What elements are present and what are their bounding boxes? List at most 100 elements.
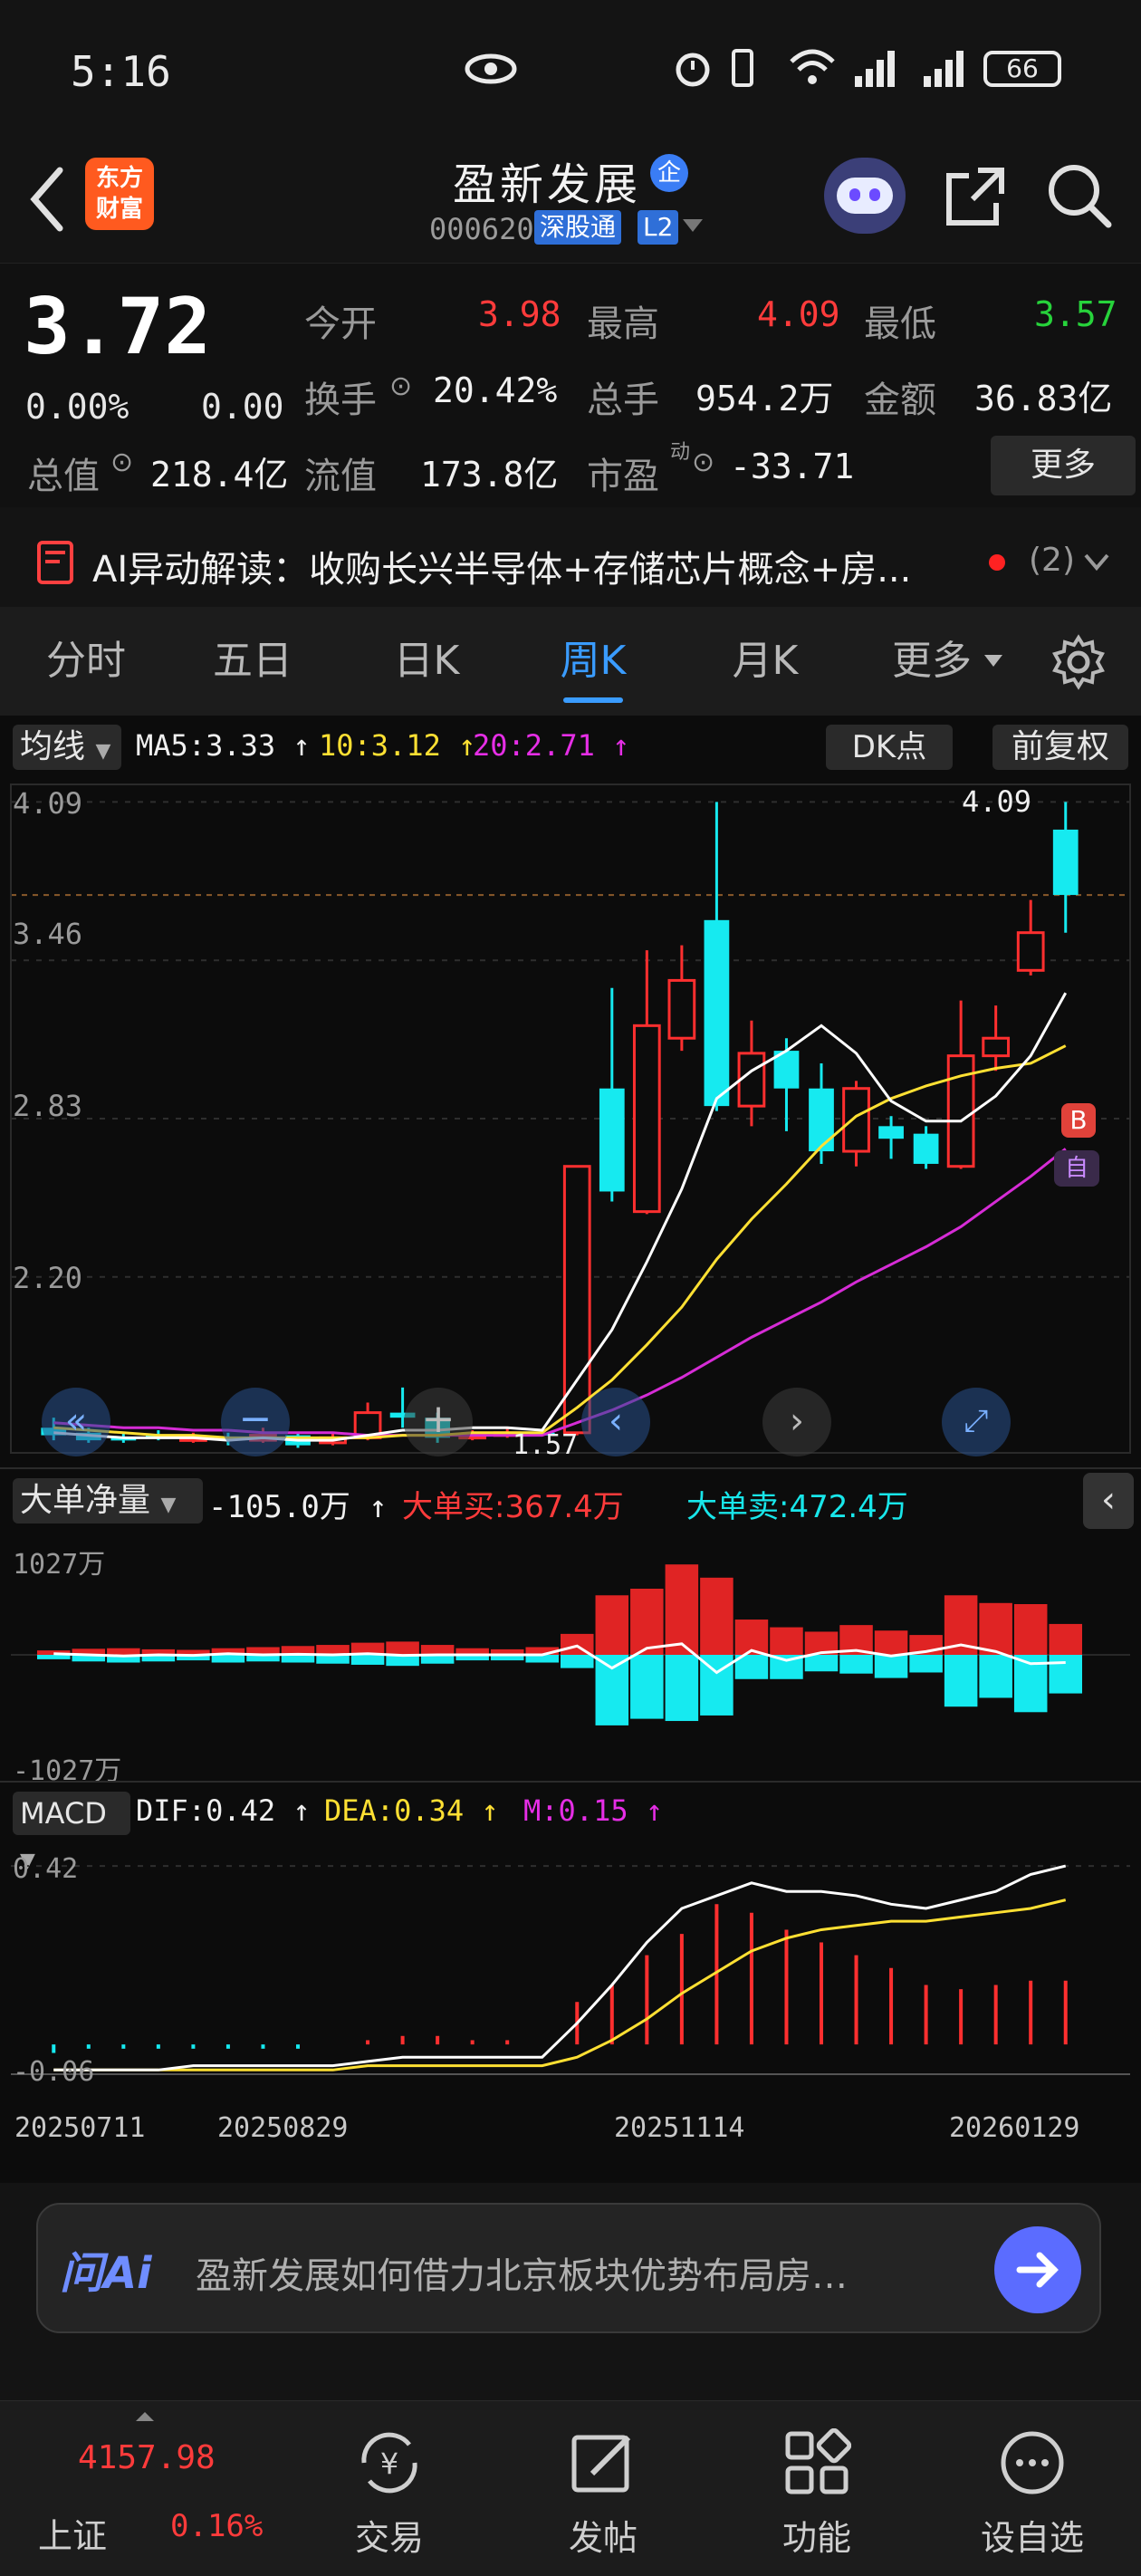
big-order-buy-bar bbox=[979, 1602, 1012, 1655]
battery-icon: 66 bbox=[983, 51, 1061, 87]
y-label-3: 2.83 bbox=[13, 1089, 83, 1123]
big-order-sell-bar bbox=[944, 1655, 978, 1707]
macd-m: M:0.15 ↑ bbox=[523, 1793, 664, 1828]
big-order-buy-bar bbox=[561, 1633, 594, 1655]
more-button[interactable]: 更多 bbox=[991, 436, 1136, 495]
info-icon-2[interactable]: ⊙ bbox=[110, 447, 133, 478]
tab-five-day[interactable]: 五日 bbox=[185, 607, 321, 716]
kline-chart[interactable] bbox=[0, 775, 1141, 1462]
big-order-buy-bar bbox=[770, 1627, 803, 1655]
app-logo[interactable]: 东方 财富 bbox=[85, 158, 154, 230]
big-order-sell-bar bbox=[211, 1655, 245, 1663]
vibrate-icon bbox=[732, 49, 753, 87]
signal-icon bbox=[855, 51, 895, 87]
share-icon[interactable] bbox=[942, 163, 1009, 230]
dif-line bbox=[53, 1864, 1067, 2071]
search-icon[interactable] bbox=[1045, 161, 1114, 232]
total-cap-label: 总值 bbox=[27, 456, 100, 497]
info-icon-3[interactable]: ⊙ bbox=[692, 447, 714, 478]
fullscreen-button[interactable]: ⤢ bbox=[942, 1388, 1011, 1456]
edit-icon bbox=[571, 2435, 631, 2493]
ma-selector[interactable]: 均线 ▼ bbox=[13, 725, 121, 770]
ma5-value: MA5:3.33 ↑ bbox=[136, 728, 311, 763]
ask-ai-send-button[interactable] bbox=[994, 2226, 1081, 2313]
chevron-down-icon[interactable] bbox=[1083, 553, 1110, 572]
tab-more-dropdown-icon[interactable] bbox=[983, 654, 1003, 668]
divider bbox=[0, 1467, 1141, 1469]
macd-selector[interactable]: MACD ▼ bbox=[13, 1792, 130, 1872]
ask-ai-logo: 问Ai bbox=[60, 2248, 152, 2299]
big-order-sell-bar bbox=[839, 1655, 873, 1674]
pe-label: 市盈 bbox=[587, 456, 659, 497]
ai-count: (2) bbox=[1029, 542, 1075, 579]
indicator-selector[interactable]: 大单净量 ▼ bbox=[13, 1478, 203, 1523]
big-order-sell-bar bbox=[665, 1655, 699, 1722]
dea-line bbox=[53, 1898, 1067, 2071]
back-arrow-icon[interactable] bbox=[25, 163, 69, 235]
scroll-left-button[interactable]: ‹ bbox=[581, 1388, 650, 1456]
ask-ai-bar[interactable]: 问Ai 盈新发展如何借力北京板块优势布局房… bbox=[36, 2203, 1101, 2333]
zoom-in-button[interactable]: + bbox=[404, 1388, 473, 1456]
grid-icon bbox=[785, 2428, 851, 2494]
macd-selector-label: MACD bbox=[20, 1796, 107, 1831]
red-dot bbox=[989, 554, 1005, 571]
signal-icon-2 bbox=[924, 51, 964, 87]
dropdown-icon[interactable] bbox=[681, 217, 705, 235]
x-label-3: 20251114 bbox=[614, 2112, 745, 2144]
candle-body bbox=[1052, 829, 1079, 896]
eye-icon bbox=[465, 53, 517, 84]
ma-selector-label: 均线 bbox=[20, 728, 86, 765]
collapse-panel-button[interactable]: ‹ bbox=[1083, 1473, 1134, 1529]
change-pct: 0.00% bbox=[25, 387, 129, 427]
tab-monthly-k[interactable]: 月K bbox=[697, 607, 833, 716]
robot-assistant-icon[interactable] bbox=[824, 158, 906, 234]
big-order-net: -105.0万 ↑ bbox=[208, 1489, 388, 1525]
scroll-right-button[interactable]: › bbox=[762, 1388, 831, 1456]
self-marker[interactable]: 自 bbox=[1054, 1150, 1099, 1187]
big-order-buy-bar bbox=[420, 1645, 455, 1655]
volume-label: 总手 bbox=[587, 380, 659, 421]
turnover-value: 20.42% bbox=[433, 370, 558, 410]
info-icon[interactable]: ⊙ bbox=[389, 370, 412, 402]
index-value: 4157.98 bbox=[78, 2439, 216, 2476]
buy-marker[interactable]: B bbox=[1061, 1103, 1096, 1138]
zoom-out-button[interactable]: − bbox=[221, 1388, 290, 1456]
big-order-sell-bar bbox=[37, 1655, 71, 1659]
ai-insight-bar[interactable]: AI异动解读：收购长兴半导体+存储芯片概念+房... (2) bbox=[0, 516, 1141, 607]
scroll-start-button[interactable]: « bbox=[42, 1388, 110, 1456]
candle-body bbox=[632, 1024, 661, 1214]
dk-point-button[interactable]: DK点 bbox=[826, 725, 953, 770]
big-order-buy-bar bbox=[1013, 1604, 1048, 1655]
nav-post[interactable]: 发帖 bbox=[513, 2401, 694, 2576]
tab-daily-k[interactable]: 日K bbox=[359, 607, 494, 716]
tab-intraday[interactable]: 分时 bbox=[18, 607, 154, 716]
tab-more[interactable]: 更多 bbox=[873, 607, 991, 716]
index-ticker[interactable]: 4157.98 上证 0.16% bbox=[18, 2401, 290, 2576]
svg-text:¥: ¥ bbox=[380, 2446, 398, 2481]
big-order-chart[interactable] bbox=[0, 1533, 1141, 1777]
nav-functions[interactable]: 功能 bbox=[726, 2401, 907, 2576]
macd-chart[interactable] bbox=[0, 1842, 1141, 2085]
gear-icon[interactable] bbox=[1050, 634, 1107, 690]
adjust-button[interactable]: 前复权 bbox=[992, 725, 1128, 770]
big-order-buy-bar bbox=[700, 1577, 734, 1655]
divider-2 bbox=[0, 1781, 1141, 1783]
big-order-sell-bar bbox=[909, 1655, 943, 1673]
open-label: 今开 bbox=[304, 303, 377, 345]
bottom-nav: 4157.98 上证 0.16% ¥ 交易 发帖 功能 设自选 bbox=[0, 2400, 1141, 2576]
ai-document-icon bbox=[37, 541, 73, 584]
expand-up-icon bbox=[136, 2412, 154, 2421]
float-cap-label: 流值 bbox=[304, 456, 377, 497]
ma20-line bbox=[53, 1148, 1067, 1437]
ma10-line bbox=[53, 1044, 1067, 1439]
big-order-buy-bar bbox=[665, 1564, 699, 1655]
ask-ai-prompt[interactable]: 盈新发展如何借力北京板块优势布局房… bbox=[196, 2246, 992, 2299]
amount-label: 金额 bbox=[864, 380, 936, 421]
big-order-sell-bar bbox=[804, 1655, 839, 1672]
candle-body bbox=[809, 1088, 834, 1152]
index-pct: 0.16% bbox=[170, 2508, 264, 2544]
nav-trade[interactable]: ¥ 交易 bbox=[299, 2401, 480, 2576]
stock-name: 盈新发展 bbox=[453, 159, 642, 210]
nav-watchlist[interactable]: 设自选 bbox=[942, 2401, 1123, 2576]
y-label-4: 2.20 bbox=[13, 1261, 83, 1295]
